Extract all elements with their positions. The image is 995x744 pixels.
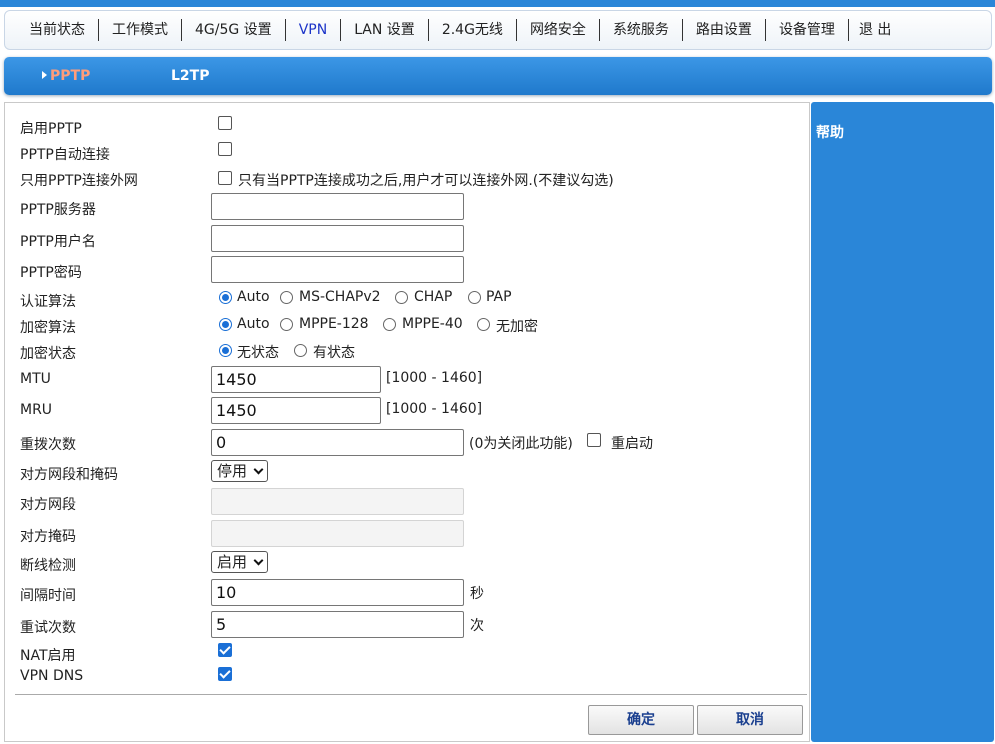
nat-label: NAT启用 xyxy=(20,648,76,664)
nav-item-4g5g[interactable]: 4G/5G 设置 xyxy=(182,19,286,41)
chevron-down-icon xyxy=(253,464,264,475)
redial-label: 重拨次数 xyxy=(20,437,76,453)
pptp-only-note: 只有当PPTP连接成功之后,用户才可以连接外网.(不建议勾选) xyxy=(238,173,614,189)
nav-item-system[interactable]: 系统服务 xyxy=(600,19,683,41)
restart-label: 重启动 xyxy=(611,436,653,452)
auth-option-mschapv2: MS-CHAPv2 xyxy=(299,289,381,305)
tab-pptp[interactable]: PPTP xyxy=(42,57,90,95)
enc-state-option-stateful: 有状态 xyxy=(313,345,355,361)
interval-unit: 秒 xyxy=(470,586,484,602)
tab-l2tp[interactable]: L2TP xyxy=(171,57,209,95)
help-panel: 帮助 xyxy=(811,102,994,742)
nav-item-device-mgmt[interactable]: 设备管理 xyxy=(766,19,849,41)
auth-radio-auto[interactable] xyxy=(219,291,232,304)
enable-pptp-checkbox[interactable] xyxy=(218,116,232,130)
pptp-only-label: 只用PPTP连接外网 xyxy=(20,173,138,189)
auth-radio-pap[interactable] xyxy=(468,291,481,304)
nav-item-routing[interactable]: 路由设置 xyxy=(683,19,766,41)
main-nav: 当前状态 工作模式 4G/5G 设置 VPN LAN 设置 2.4G无线 网络安… xyxy=(4,10,992,50)
auth-option-auto: Auto xyxy=(237,289,270,305)
tab-pptp-label: PPTP xyxy=(50,68,91,84)
enc-state-option-stateless: 无状态 xyxy=(237,345,279,361)
nav-item-vpn[interactable]: VPN xyxy=(286,19,342,41)
encryption-radio-mppe40[interactable] xyxy=(383,318,396,331)
password-input[interactable] xyxy=(211,256,464,283)
mru-label: MRU xyxy=(20,402,53,418)
caret-right-icon xyxy=(42,71,47,79)
chevron-down-icon xyxy=(253,555,264,566)
auth-radio-chap[interactable] xyxy=(395,291,408,304)
ok-button[interactable]: 确定 xyxy=(588,705,694,735)
peer-subnet-label: 对方网段 xyxy=(20,497,76,513)
server-input[interactable] xyxy=(211,193,464,220)
encryption-label: 加密算法 xyxy=(20,320,76,336)
auto-connect-checkbox[interactable] xyxy=(218,142,232,156)
redial-input[interactable]: 0 xyxy=(211,429,464,456)
encryption-option-mppe40: MPPE-40 xyxy=(402,316,463,332)
mtu-range: [1000 - 1460] xyxy=(386,370,483,386)
nat-checkbox[interactable] xyxy=(218,643,232,657)
pptp-form-panel: 启用PPTP PPTP自动连接 只用PPTP连接外网 只有当PPTP连接成功之后… xyxy=(4,102,810,742)
auth-option-pap: PAP xyxy=(486,289,512,305)
form-divider xyxy=(15,694,807,695)
nav-item-lan[interactable]: LAN 设置 xyxy=(341,19,429,41)
pptp-only-checkbox[interactable] xyxy=(218,171,232,185)
encryption-option-none: 无加密 xyxy=(496,319,538,335)
username-label: PPTP用户名 xyxy=(20,234,96,250)
mru-range: [1000 - 1460] xyxy=(386,401,483,417)
help-title: 帮助 xyxy=(816,125,844,141)
link-detect-value: 启用 xyxy=(217,553,248,571)
encryption-option-auto: Auto xyxy=(237,316,270,332)
nav-item-logout[interactable]: 退 出 xyxy=(849,19,904,41)
enable-pptp-label: 启用PPTP xyxy=(20,121,82,137)
mtu-label: MTU xyxy=(20,371,51,387)
password-label: PPTP密码 xyxy=(20,265,82,281)
retries-input[interactable]: 5 xyxy=(211,611,464,638)
encryption-radio-mppe128[interactable] xyxy=(280,318,293,331)
nav-item-security[interactable]: 网络安全 xyxy=(517,19,600,41)
auto-connect-label: PPTP自动连接 xyxy=(20,147,110,163)
vpn-dns-checkbox[interactable] xyxy=(218,667,232,681)
peer-subnet-input[interactable] xyxy=(211,488,464,515)
interval-input[interactable]: 10 xyxy=(211,579,464,606)
enc-state-radio-stateful[interactable] xyxy=(294,344,307,357)
server-label: PPTP服务器 xyxy=(20,202,96,218)
vpn-dns-label: VPN DNS xyxy=(20,668,84,684)
peer-subnet-mask-value: 停用 xyxy=(217,462,248,480)
enc-state-label: 加密状态 xyxy=(20,346,76,362)
auth-option-chap: CHAP xyxy=(414,289,453,305)
sub-tab-bar: PPTP L2TP xyxy=(4,57,992,95)
link-detect-label: 断线检测 xyxy=(20,558,76,574)
peer-subnet-mask-label: 对方网段和掩码 xyxy=(20,467,118,483)
auth-label: 认证算法 xyxy=(20,294,76,310)
encryption-option-mppe128: MPPE-128 xyxy=(299,316,369,332)
nav-item-wifi-24g[interactable]: 2.4G无线 xyxy=(429,19,517,41)
retries-label: 重试次数 xyxy=(20,620,76,636)
nav-item-status[interactable]: 当前状态 xyxy=(5,19,99,41)
cancel-button[interactable]: 取消 xyxy=(697,705,803,735)
restart-checkbox[interactable] xyxy=(587,433,601,447)
mru-input[interactable]: 1450 xyxy=(211,397,381,424)
nav-item-work-mode[interactable]: 工作模式 xyxy=(99,19,182,41)
peer-mask-input[interactable] xyxy=(211,520,464,547)
peer-subnet-mask-select[interactable]: 停用 xyxy=(211,460,269,482)
username-input[interactable] xyxy=(211,225,464,252)
redial-note: (0为关闭此功能) xyxy=(469,436,573,452)
interval-label: 间隔时间 xyxy=(20,588,76,604)
peer-mask-label: 对方掩码 xyxy=(20,529,76,545)
mtu-input[interactable]: 1450 xyxy=(211,366,381,393)
retries-unit: 次 xyxy=(470,618,484,634)
enc-state-radio-stateless[interactable] xyxy=(219,344,232,357)
encryption-radio-auto[interactable] xyxy=(219,318,232,331)
encryption-radio-none[interactable] xyxy=(477,318,490,331)
auth-radio-mschapv2[interactable] xyxy=(280,291,293,304)
top-accent-strip xyxy=(0,0,995,7)
link-detect-select[interactable]: 启用 xyxy=(211,551,269,573)
